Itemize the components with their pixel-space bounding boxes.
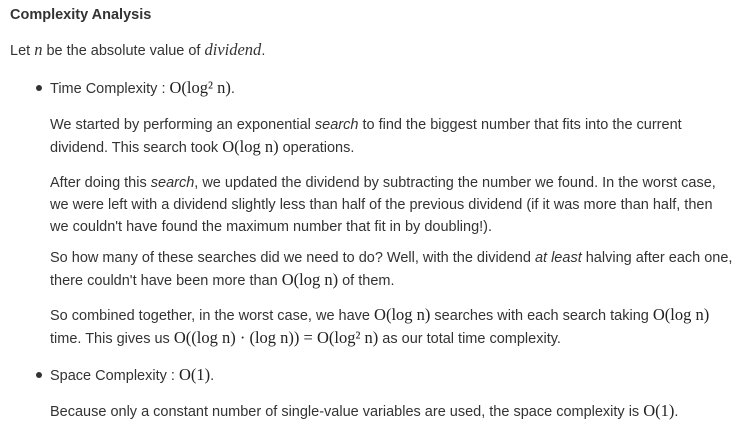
text: Because only a constant number of single…: [50, 404, 644, 420]
text: We started by performing an exponential: [50, 117, 315, 133]
bullet-icon: [36, 85, 42, 91]
space-paragraph-1: Because only a constant number of single…: [50, 400, 678, 423]
text: time. This gives us: [50, 331, 174, 347]
math-var-dividend: dividend: [204, 40, 262, 59]
time-complexity-math: O(log² n): [169, 78, 231, 97]
text: to find the biggest number that fits int…: [358, 117, 682, 133]
math-expression: O(log n): [222, 137, 279, 156]
math-expression: O(log n): [374, 305, 431, 324]
space-complexity-label: Space Complexity :: [50, 368, 179, 384]
text: as our total time complexity.: [378, 331, 561, 347]
text: After doing this: [50, 175, 151, 191]
text: we were left with a dividend slightly le…: [50, 197, 713, 213]
text: halving after each one,: [581, 250, 733, 266]
time-paragraph-3: So how many of these searches did we nee…: [50, 247, 732, 292]
text: dividend. This search took: [50, 140, 223, 156]
text: searches with each search taking: [430, 308, 653, 324]
intro-text: Let: [10, 43, 35, 59]
emphasis-search: search: [314, 117, 359, 133]
math-expression: O(1): [643, 401, 675, 420]
intro-text: .: [261, 43, 266, 59]
bullet-icon: [36, 372, 42, 378]
text: So how many of these searches did we nee…: [50, 250, 535, 266]
text: So combined together, in the worst case,…: [50, 308, 375, 324]
section-heading: Complexity Analysis: [10, 7, 152, 23]
time-paragraph-1: We started by performing an exponential …: [50, 114, 682, 159]
text: we couldn't have found the maximum numbe…: [50, 219, 493, 235]
space-complexity-item: Space Complexity : O(1).: [50, 364, 214, 387]
time-paragraph-4: So combined together, in the worst case,…: [50, 304, 709, 350]
text: , we updated the dividend by subtracting…: [194, 175, 716, 191]
time-complexity-label: Time Complexity :: [50, 81, 170, 97]
text: there couldn't have been more than: [50, 273, 282, 289]
space-complexity-math: O(1): [178, 365, 211, 384]
math-expression: O((log n) · (log n)) = O(log² n): [173, 328, 379, 347]
time-complexity-item: Time Complexity : O(log² n).: [50, 77, 235, 100]
time-paragraph-2: After doing this search, we updated the …: [50, 172, 716, 238]
math-expression: O(log n): [281, 270, 339, 289]
emphasis-at-least: at least: [534, 250, 582, 266]
text: of them.: [338, 273, 395, 289]
article-section: Complexity Analysis Let n be the absolut…: [0, 0, 739, 428]
punctuation: .: [210, 368, 215, 384]
intro-text: be the absolute value of: [42, 43, 205, 59]
text: operations.: [278, 140, 355, 156]
math-expression: O(log n): [652, 305, 710, 324]
emphasis-search: search: [150, 175, 195, 191]
text: .: [674, 404, 679, 420]
intro-paragraph: Let n be the absolute value of dividend.: [10, 39, 265, 62]
punctuation: .: [230, 81, 235, 97]
